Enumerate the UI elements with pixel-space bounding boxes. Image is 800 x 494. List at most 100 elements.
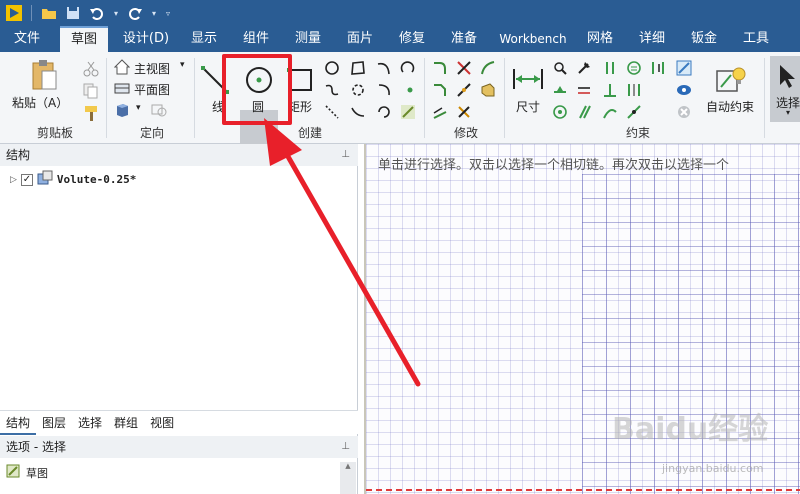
tab-measure[interactable]: 测量 (288, 26, 328, 52)
constraint-group-label: 约束 (625, 126, 650, 140)
tangent-constraint-icon[interactable] (602, 104, 620, 122)
redo-icon[interactable] (125, 3, 145, 23)
panel-tab-structure[interactable]: 结构 (0, 411, 37, 435)
paste-button[interactable]: 粘贴（A） (12, 94, 68, 111)
perpendicular-constraint-icon[interactable] (602, 82, 620, 100)
menu-bar: 文件 草图 设计(D) 显示 组件 测量 面片 修复 准备 Workbench … (0, 26, 800, 52)
show-constraints-icon[interactable] (676, 60, 694, 78)
view-constraints-icon[interactable] (676, 82, 694, 100)
plane-view-button[interactable]: 平面图 (134, 81, 170, 98)
redo-dropdown-icon[interactable]: ▾ (149, 3, 159, 23)
structure-panel-title: 结构 (6, 148, 31, 162)
offset-icon[interactable] (432, 104, 450, 122)
undo-dropdown-icon[interactable]: ▾ (111, 3, 121, 23)
parallel-constraint-icon[interactable] (602, 60, 620, 78)
vertical-constraint-icon[interactable] (650, 60, 668, 78)
equal-radius-icon[interactable] (626, 60, 644, 78)
tab-detail[interactable]: 详细 (632, 26, 672, 52)
fillet-icon[interactable] (432, 60, 450, 78)
dimension-icon[interactable] (510, 66, 546, 92)
view-dropdown-icon[interactable]: ▾ (136, 103, 141, 113)
home-icon (113, 59, 132, 77)
arc-icon[interactable] (376, 60, 394, 78)
tab-design[interactable]: 设计(D) (116, 26, 176, 52)
tab-facets[interactable]: 面片 (340, 26, 380, 52)
create-group-label: 创建 (297, 126, 322, 140)
options-panel-header: 选项 - 选择 ⊥ (0, 436, 358, 458)
sweep-arc-icon[interactable] (376, 82, 394, 100)
visibility-checkbox[interactable]: ✓ (20, 173, 33, 186)
open-folder-icon[interactable] (39, 3, 59, 23)
delete-segment-icon[interactable] (456, 104, 474, 122)
midpoint-constraint-icon[interactable] (626, 104, 644, 122)
plane-view-icon (114, 80, 132, 98)
polygon-icon[interactable] (350, 60, 368, 78)
undo-icon[interactable] (87, 3, 107, 23)
auto-constraint-button[interactable]: 自动约束 (706, 98, 754, 115)
main-view-button[interactable]: 主视图 (134, 60, 170, 77)
cut-icon[interactable] (82, 60, 100, 78)
collinear-constraint-icon[interactable] (576, 104, 594, 122)
ellipse-icon[interactable] (376, 104, 394, 122)
slot-icon[interactable] (350, 82, 368, 100)
customize-toolbar-icon[interactable]: ▿ (163, 3, 173, 23)
select-dropdown-icon[interactable]: ▾ (786, 108, 790, 117)
tab-tools[interactable]: 工具 (736, 26, 776, 52)
tab-sheet-metal[interactable]: 钣金 (684, 26, 724, 52)
tab-mesh[interactable]: 网格 (580, 26, 620, 52)
panel-tab-layers[interactable]: 图层 (36, 411, 72, 435)
sketch-icon (6, 464, 20, 481)
concentric-constraint-icon[interactable] (552, 104, 570, 122)
options-item[interactable]: 草图 (6, 464, 48, 481)
extend-curve-icon[interactable] (480, 60, 498, 78)
zoom-fit-icon[interactable] (150, 102, 168, 120)
pin-icon[interactable]: ⊥ (341, 436, 350, 458)
expand-arrow-icon[interactable]: ▷ (10, 175, 17, 185)
copy-icon[interactable] (82, 82, 100, 100)
scroll-up-icon[interactable]: ▲ (340, 462, 356, 470)
tab-sketch[interactable]: 草图 (60, 26, 108, 52)
trim-icon[interactable] (456, 60, 474, 78)
save-icon[interactable] (63, 3, 83, 23)
main-view-dropdown-icon[interactable]: ▾ (180, 60, 185, 70)
coincident-constraint-icon[interactable] (576, 82, 594, 100)
divider (424, 58, 425, 138)
tab-component[interactable]: 组件 (236, 26, 276, 52)
offset-curve-icon[interactable] (350, 104, 368, 122)
project-icon[interactable] (480, 82, 498, 100)
paste-icon[interactable] (28, 58, 60, 94)
view-cube-icon[interactable] (114, 102, 132, 120)
zoom-constraint-icon[interactable] (552, 60, 570, 78)
sketch-pencil-icon[interactable] (400, 104, 418, 122)
spline-icon[interactable] (324, 82, 342, 100)
ribbon: 粘贴（A） 剪贴板 主视图 ▾ 平面图 ▾ 定向 线 圆 矩形 创建 修改 尺寸… (0, 52, 800, 172)
point-icon[interactable] (402, 82, 420, 100)
auto-constraint-icon[interactable] (714, 64, 748, 96)
options-scrollbar[interactable]: ▲ (340, 462, 356, 494)
panel-tab-bar: 结构 图层 选择 群组 视图 (0, 410, 358, 435)
panel-tab-views[interactable]: 视图 (144, 411, 180, 435)
watermark-logo: Baidu经验 (612, 412, 769, 447)
panel-tab-groups[interactable]: 群组 (108, 411, 144, 435)
symmetric-constraint-icon[interactable] (626, 82, 644, 100)
dimension-button[interactable]: 尺寸 (516, 98, 540, 115)
tab-prepare[interactable]: 准备 (444, 26, 484, 52)
tab-file[interactable]: 文件 (4, 26, 50, 52)
split-curve-icon[interactable] (456, 82, 474, 100)
three-point-circle-icon[interactable] (324, 60, 342, 78)
tree-item[interactable]: ▷ ✓ Volute-0.25* (10, 170, 136, 189)
delete-constraints-icon[interactable] (676, 104, 694, 122)
title-bar: ▾ ▾ ▿ (0, 0, 800, 26)
horizontal-constraint-icon[interactable] (552, 82, 570, 100)
tab-repair[interactable]: 修复 (392, 26, 432, 52)
construction-line-icon[interactable] (324, 104, 342, 122)
select-cursor-icon[interactable] (776, 62, 798, 90)
panel-tab-selection[interactable]: 选择 (72, 411, 108, 435)
pin-icon[interactable]: ⊥ (341, 144, 350, 166)
chamfer-icon[interactable] (432, 82, 450, 100)
tangent-arc-icon[interactable] (400, 60, 418, 78)
format-painter-icon[interactable] (82, 104, 100, 122)
tab-display[interactable]: 显示 (184, 26, 224, 52)
tab-workbench[interactable]: Workbench (498, 26, 568, 52)
fix-constraint-icon[interactable] (576, 60, 594, 78)
